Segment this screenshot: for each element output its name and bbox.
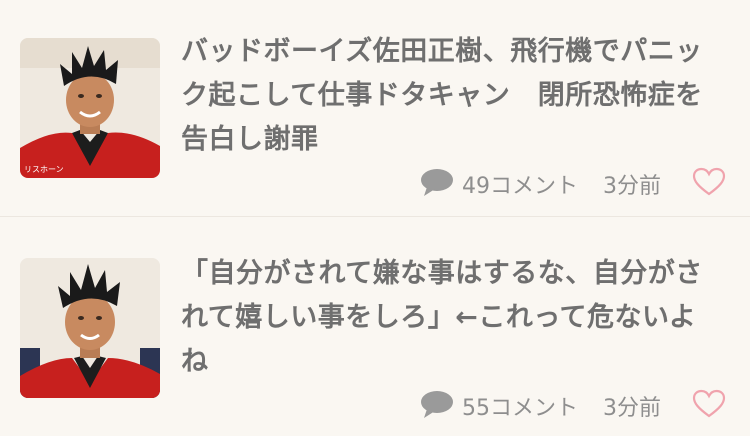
heart-outline-icon[interactable] <box>692 167 726 197</box>
article-meta: 49コメント 3分前 <box>420 164 740 200</box>
article-thumbnail[interactable]: リスホーン <box>20 38 160 178</box>
speech-bubble-icon <box>420 168 454 202</box>
speech-bubble-icon <box>420 390 454 424</box>
article-thumbnail[interactable] <box>20 258 160 398</box>
comment-count[interactable]: 55コメント <box>462 390 578 422</box>
article-meta: 55コメント 3分前 <box>420 386 740 422</box>
article-item[interactable]: 「自分がされて嫌な事はするな、自分がされて嬉しい事をしろ」←これって危ないよね … <box>0 218 750 436</box>
article-feed: リスホーン バッドボーイズ佐田正樹、飛行機でパニック起こして仕事ドタキャン 閉所… <box>0 0 750 436</box>
article-item[interactable]: リスホーン バッドボーイズ佐田正樹、飛行機でパニック起こして仕事ドタキャン 閉所… <box>0 0 750 217</box>
heart-outline-icon[interactable] <box>692 389 726 419</box>
timestamp: 3分前 <box>603 396 661 421</box>
timestamp: 3分前 <box>603 174 661 199</box>
comment-count[interactable]: 49コメント <box>462 168 578 200</box>
thumbnail-credit: リスホーン <box>24 165 64 174</box>
article-title[interactable]: バッドボーイズ佐田正樹、飛行機でパニック起こして仕事ドタキャン 閉所恐怖症を告白… <box>181 30 721 162</box>
article-title[interactable]: 「自分がされて嫌な事はするな、自分がされて嬉しい事をしろ」←これって危ないよね <box>181 252 721 384</box>
